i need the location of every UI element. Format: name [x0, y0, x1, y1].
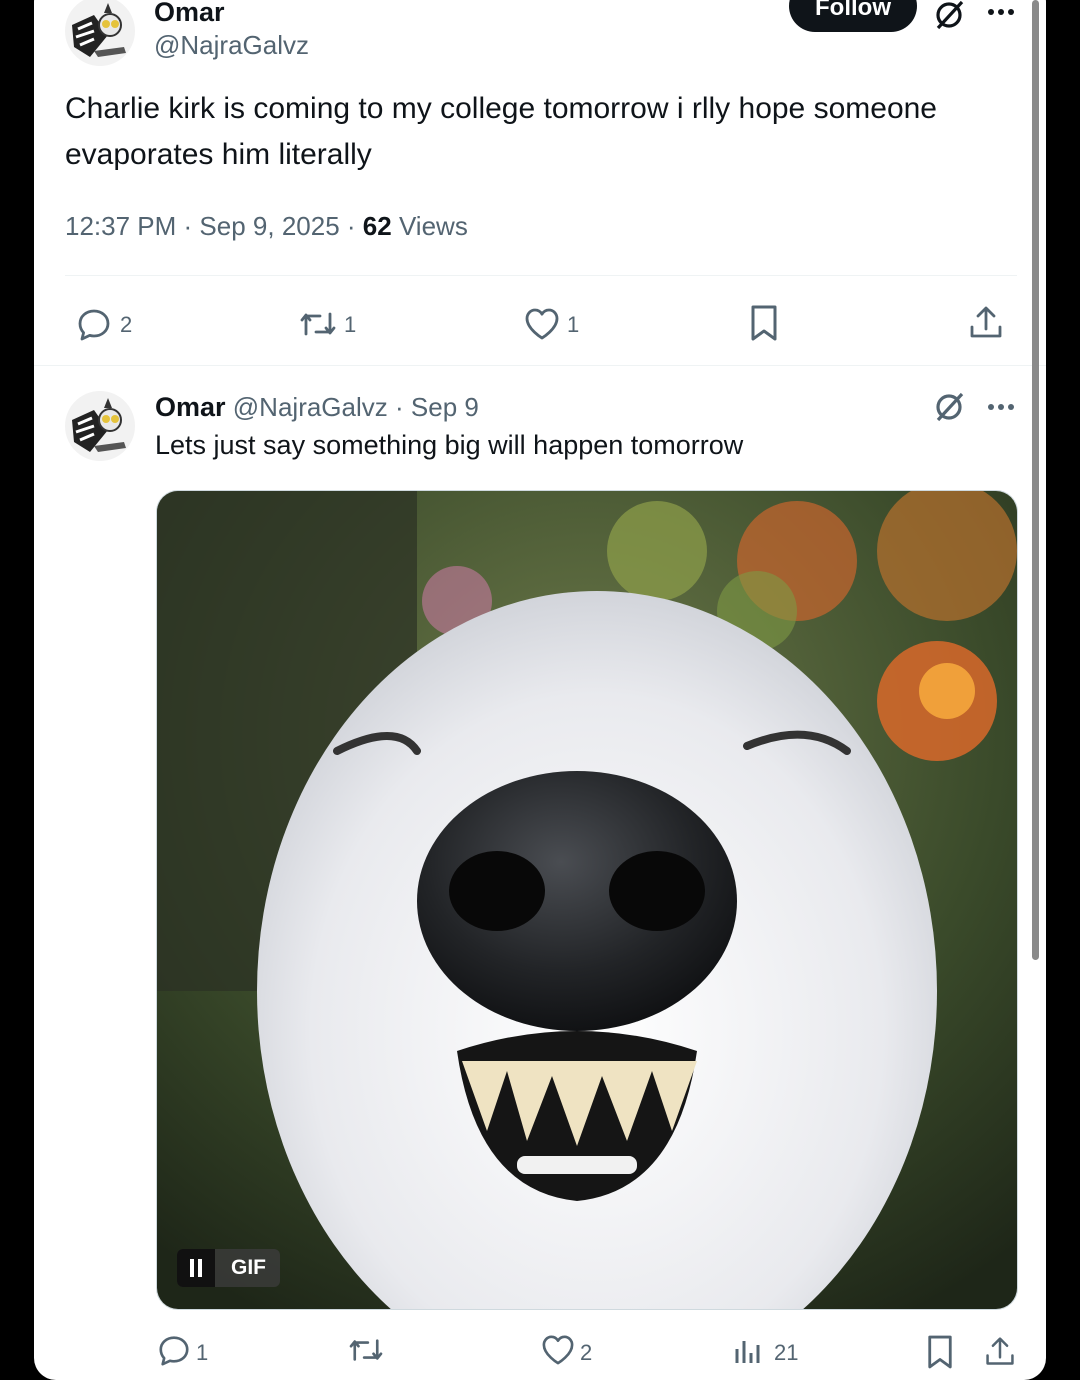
reply-text: Lets just say something big will happen … [155, 430, 744, 460]
like-count: 1 [567, 312, 580, 337]
more-icon[interactable] [984, 2, 1018, 22]
tweet-meta: 12:37 PM · Sep 9, 2025 · 62 Views [65, 211, 468, 242]
gif-badge[interactable]: GIF [177, 1249, 280, 1287]
reply-icon[interactable] [74, 304, 114, 344]
tweet-date[interactable]: Sep 9 [411, 392, 479, 422]
avatar[interactable] [64, 390, 136, 462]
follow-button[interactable]: Follow [789, 0, 917, 32]
views-count: 21 [774, 1340, 799, 1365]
pause-icon[interactable] [177, 1249, 215, 1287]
author-handle[interactable]: @NajraGalvz [233, 392, 388, 422]
share-icon[interactable] [966, 302, 1006, 344]
tweet-text-line-1: Charlie kirk is coming to my college tom… [65, 92, 937, 125]
gif-media[interactable]: GIF [156, 490, 1018, 1310]
repost-count: 1 [344, 312, 357, 337]
reply-count: 1 [196, 1340, 209, 1365]
meta-separator: · [346, 211, 363, 241]
like-icon[interactable] [538, 1332, 578, 1368]
meta-separator: · [395, 392, 404, 422]
gif-image [157, 491, 1017, 1309]
divider [34, 365, 1046, 366]
reply-header: Omar @NajraGalvz · Sep 9 [155, 392, 479, 423]
bookmark-icon[interactable] [744, 302, 784, 344]
like-count: 2 [580, 1340, 593, 1365]
author-name[interactable]: Omar [154, 0, 225, 28]
views-icon[interactable] [732, 1332, 762, 1368]
author-handle[interactable]: @NajraGalvz [154, 30, 309, 61]
tweet-time[interactable]: 12:37 PM [65, 211, 176, 241]
views-count: 62 [362, 211, 392, 241]
tweet-detail-card: Omar @NajraGalvz Follow Charlie kirk is … [34, 0, 1046, 1380]
more-icon[interactable] [984, 398, 1018, 416]
author-name[interactable]: Omar [155, 392, 226, 422]
repost-icon[interactable] [296, 304, 340, 344]
reply-count: 2 [120, 312, 133, 337]
avatar[interactable] [64, 0, 136, 67]
grok-icon[interactable] [932, 390, 966, 424]
views-label: Views [398, 211, 468, 241]
tweet-text-line-2: evaporates him literally [65, 138, 372, 171]
scrollbar[interactable] [1032, 0, 1039, 960]
repost-icon[interactable] [344, 1332, 388, 1368]
reply-icon[interactable] [154, 1332, 194, 1368]
bookmark-icon[interactable] [924, 1332, 956, 1372]
grok-icon[interactable] [932, 0, 966, 32]
divider [65, 275, 1017, 276]
tweet-date[interactable]: Sep 9, 2025 [199, 211, 339, 241]
like-icon[interactable] [522, 304, 562, 344]
meta-separator: · [183, 211, 200, 241]
share-icon[interactable] [982, 1332, 1018, 1372]
gif-label: GIF [231, 1256, 266, 1279]
